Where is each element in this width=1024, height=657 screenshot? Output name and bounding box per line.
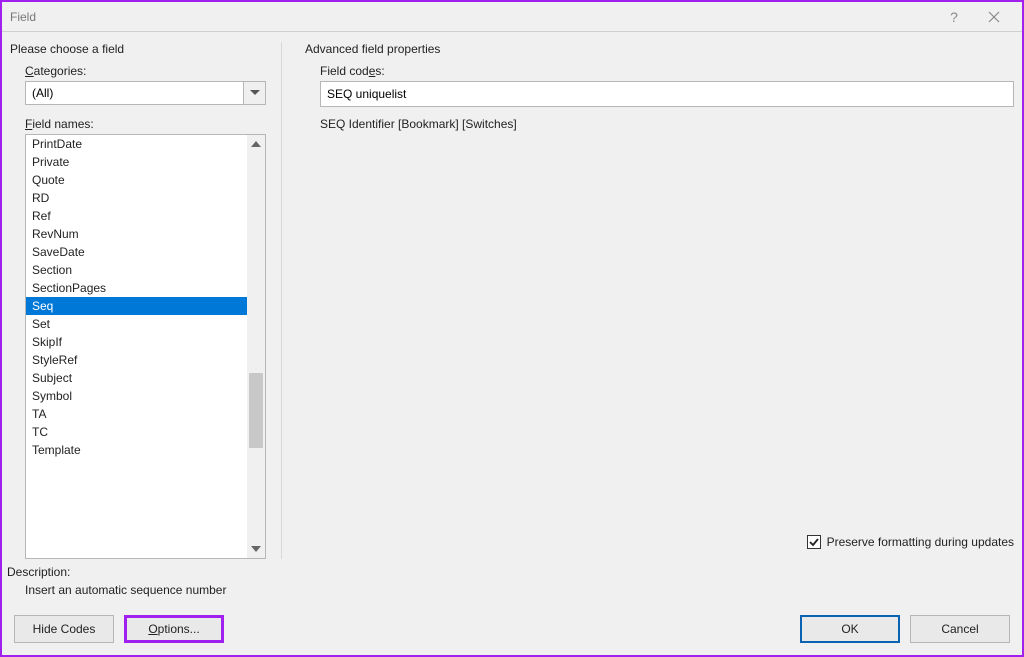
hide-codes-button[interactable]: Hide Codes [14, 615, 114, 643]
field-codes-syntax: SEQ Identifier [Bookmark] [Switches] [302, 117, 1014, 131]
field-names-listbox[interactable]: PrintDatePrivateQuoteRDRefRevNumSaveDate… [25, 134, 266, 559]
list-item[interactable]: Seq [26, 297, 247, 315]
titlebar: Field ? [2, 2, 1022, 32]
field-codes-label: Field codes: [302, 64, 1014, 81]
list-item[interactable]: SectionPages [26, 279, 247, 297]
list-item[interactable]: Template [26, 441, 247, 459]
close-icon[interactable] [974, 3, 1014, 31]
ok-button[interactable]: OK [800, 615, 900, 643]
list-item[interactable]: TC [26, 423, 247, 441]
list-item[interactable]: StyleRef [26, 351, 247, 369]
list-item[interactable]: SkipIf [26, 333, 247, 351]
options-button[interactable]: Options... [124, 615, 224, 643]
field-names-label: Field names: [7, 117, 276, 134]
categories-combo[interactable] [25, 81, 266, 105]
list-item[interactable]: Set [26, 315, 247, 333]
field-codes-input[interactable] [320, 81, 1014, 107]
right-pane: Advanced field properties Field codes: S… [282, 42, 1022, 559]
dialog-footer: Hide Codes Options... OK Cancel [2, 615, 1022, 655]
scroll-up-icon[interactable] [247, 135, 265, 153]
cancel-button[interactable]: Cancel [910, 615, 1010, 643]
scroll-down-icon[interactable] [247, 540, 265, 558]
list-item[interactable]: TA [26, 405, 247, 423]
description-block: Description: Insert an automatic sequenc… [2, 559, 1022, 615]
left-pane: Please choose a field Categories: Field … [7, 42, 282, 559]
list-item[interactable]: RevNum [26, 225, 247, 243]
list-item[interactable]: Subject [26, 369, 247, 387]
description-text: Insert an automatic sequence number [7, 583, 1022, 615]
scroll-track[interactable] [247, 153, 265, 540]
scroll-thumb[interactable] [249, 373, 263, 448]
chevron-down-icon[interactable] [243, 82, 265, 104]
list-item[interactable]: Quote [26, 171, 247, 189]
list-item[interactable]: Symbol [26, 387, 247, 405]
list-item[interactable]: SaveDate [26, 243, 247, 261]
categories-label: Categories: [7, 64, 276, 81]
field-dialog: Field ? Please choose a field Categories… [0, 0, 1024, 657]
list-item[interactable]: Section [26, 261, 247, 279]
preserve-formatting-row: Preserve formatting during updates [302, 535, 1014, 559]
list-item[interactable]: RD [26, 189, 247, 207]
list-item[interactable]: PrintDate [26, 135, 247, 153]
categories-value[interactable] [26, 82, 243, 104]
help-icon[interactable]: ? [934, 3, 974, 31]
dialog-title: Field [10, 10, 36, 24]
list-item[interactable]: Ref [26, 207, 247, 225]
preserve-formatting-label: Preserve formatting during updates [827, 535, 1014, 549]
dialog-body: Please choose a field Categories: Field … [2, 32, 1022, 559]
preserve-formatting-checkbox[interactable] [807, 535, 821, 549]
choose-field-heading: Please choose a field [7, 42, 276, 64]
advanced-heading: Advanced field properties [302, 42, 1014, 64]
field-names-items[interactable]: PrintDatePrivateQuoteRDRefRevNumSaveDate… [26, 135, 247, 558]
list-item[interactable]: Private [26, 153, 247, 171]
listbox-scrollbar[interactable] [247, 135, 265, 558]
description-label: Description: [7, 565, 1022, 583]
